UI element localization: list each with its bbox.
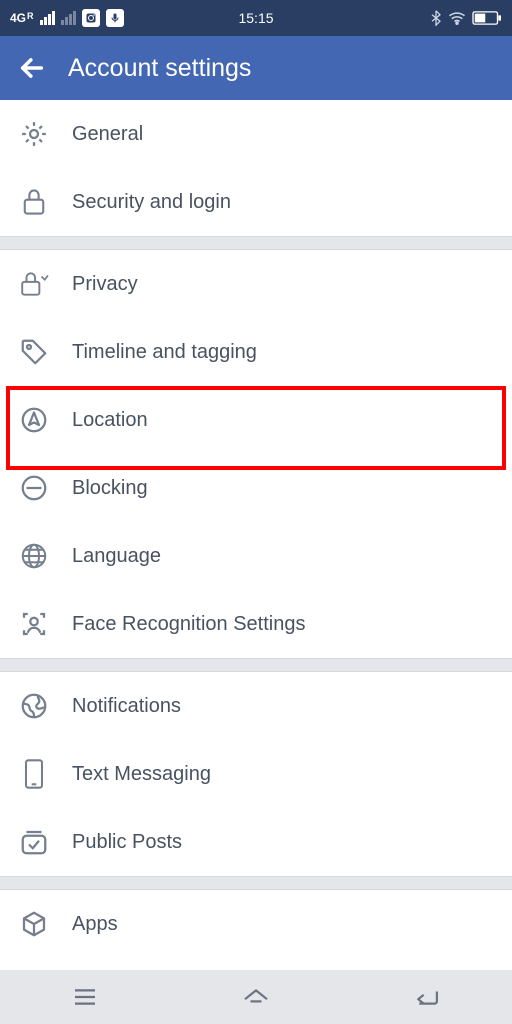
row-location[interactable]: Location xyxy=(0,386,512,454)
section-1: Privacy Timeline and tagging Location Bl… xyxy=(0,250,512,658)
location-icon xyxy=(18,404,50,436)
camera-app-icon xyxy=(82,9,100,27)
world-icon xyxy=(18,690,50,722)
row-label: Blocking xyxy=(72,477,148,500)
row-facerec[interactable]: Face Recognition Settings xyxy=(0,590,512,658)
row-label: Security and login xyxy=(72,191,231,214)
row-label: Location xyxy=(72,409,148,432)
nav-back-button[interactable] xyxy=(397,986,457,1008)
row-label: Apps xyxy=(72,913,118,936)
globe-icon xyxy=(18,540,50,572)
signal-bars-2-icon xyxy=(61,11,76,25)
row-label: Notifications xyxy=(72,695,181,718)
gear-icon xyxy=(18,118,50,150)
row-label: Privacy xyxy=(72,273,138,296)
row-label: Text Messaging xyxy=(72,763,211,786)
nav-home-button[interactable] xyxy=(226,986,286,1008)
network-label: 4GR xyxy=(10,11,34,25)
face-icon xyxy=(18,608,50,640)
row-label: General xyxy=(72,123,143,146)
row-apps[interactable]: Apps xyxy=(0,890,512,958)
mic-icon xyxy=(106,9,124,27)
row-timeline[interactable]: Timeline and tagging xyxy=(0,318,512,386)
row-security[interactable]: Security and login xyxy=(0,168,512,236)
section-0: General Security and login xyxy=(0,100,512,236)
blocking-icon xyxy=(18,472,50,504)
cube-icon xyxy=(18,908,50,940)
row-label: Language xyxy=(72,545,161,568)
wifi-icon xyxy=(448,11,466,25)
row-text[interactable]: Text Messaging xyxy=(0,740,512,808)
row-blocking[interactable]: Blocking xyxy=(0,454,512,522)
battery-icon xyxy=(472,11,502,25)
row-label: Timeline and tagging xyxy=(72,341,257,364)
signal-bars-icon xyxy=(40,11,55,25)
section-divider xyxy=(0,876,512,890)
row-label: Face Recognition Settings xyxy=(72,613,305,636)
row-notifications[interactable]: Notifications xyxy=(0,672,512,740)
lock-icon xyxy=(18,186,50,218)
phone-icon xyxy=(18,758,50,790)
row-label: Public Posts xyxy=(72,831,182,854)
row-privacy[interactable]: Privacy xyxy=(0,250,512,318)
section-divider xyxy=(0,236,512,250)
row-language[interactable]: Language xyxy=(0,522,512,590)
page-title: Account settings xyxy=(68,54,251,83)
privacy-lock-icon xyxy=(18,268,50,300)
tag-icon xyxy=(18,336,50,368)
nav-menu-button[interactable] xyxy=(55,987,115,1007)
status-bar: 4GR 15:15 xyxy=(0,0,512,36)
row-general[interactable]: General xyxy=(0,100,512,168)
device-nav-bar xyxy=(0,970,512,1024)
row-public[interactable]: Public Posts xyxy=(0,808,512,876)
status-time: 15:15 xyxy=(238,10,273,26)
bluetooth-icon xyxy=(430,10,442,26)
section-3: Apps xyxy=(0,890,512,958)
app-header: Account settings xyxy=(0,36,512,100)
section-2: Notifications Text Messaging Public Post… xyxy=(0,672,512,876)
content: General Security and login Privacy Timel… xyxy=(0,100,512,970)
section-divider xyxy=(0,658,512,672)
back-button[interactable] xyxy=(18,54,46,82)
posts-icon xyxy=(18,826,50,858)
